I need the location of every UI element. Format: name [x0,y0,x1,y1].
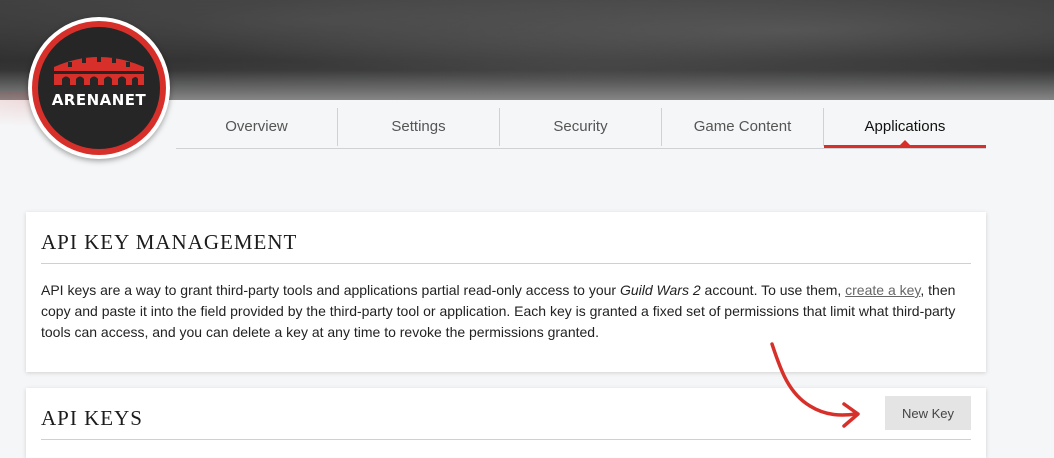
tab-settings[interactable]: Settings [338,108,500,146]
description-text-1: API keys are a way to grant third-party … [41,282,620,298]
arena-icon [54,57,144,85]
logo-text: ARENANET [51,91,147,109]
game-name: Guild Wars 2 [619,282,701,298]
curved-arrow-icon [770,342,860,428]
divider [41,263,971,264]
divider [41,439,971,440]
arenanet-logo[interactable]: ARENANET [28,17,170,159]
account-tabs: Overview Settings Security Game Content … [176,108,986,149]
create-key-link[interactable]: create a key [845,282,920,298]
api-key-management-title: API KEY MANAGEMENT [41,230,298,254]
tab-game-content[interactable]: Game Content [662,108,824,146]
api-key-description: API keys are a way to grant third-party … [41,280,976,343]
api-keys-title: API KEYS [41,406,143,430]
logo-inner [38,27,160,149]
tab-overview[interactable]: Overview [176,108,338,146]
tab-security[interactable]: Security [500,108,662,146]
tab-applications[interactable]: Applications [824,108,986,148]
new-key-button[interactable]: New Key [885,396,971,430]
description-text-2: account. To use them, [700,282,846,298]
